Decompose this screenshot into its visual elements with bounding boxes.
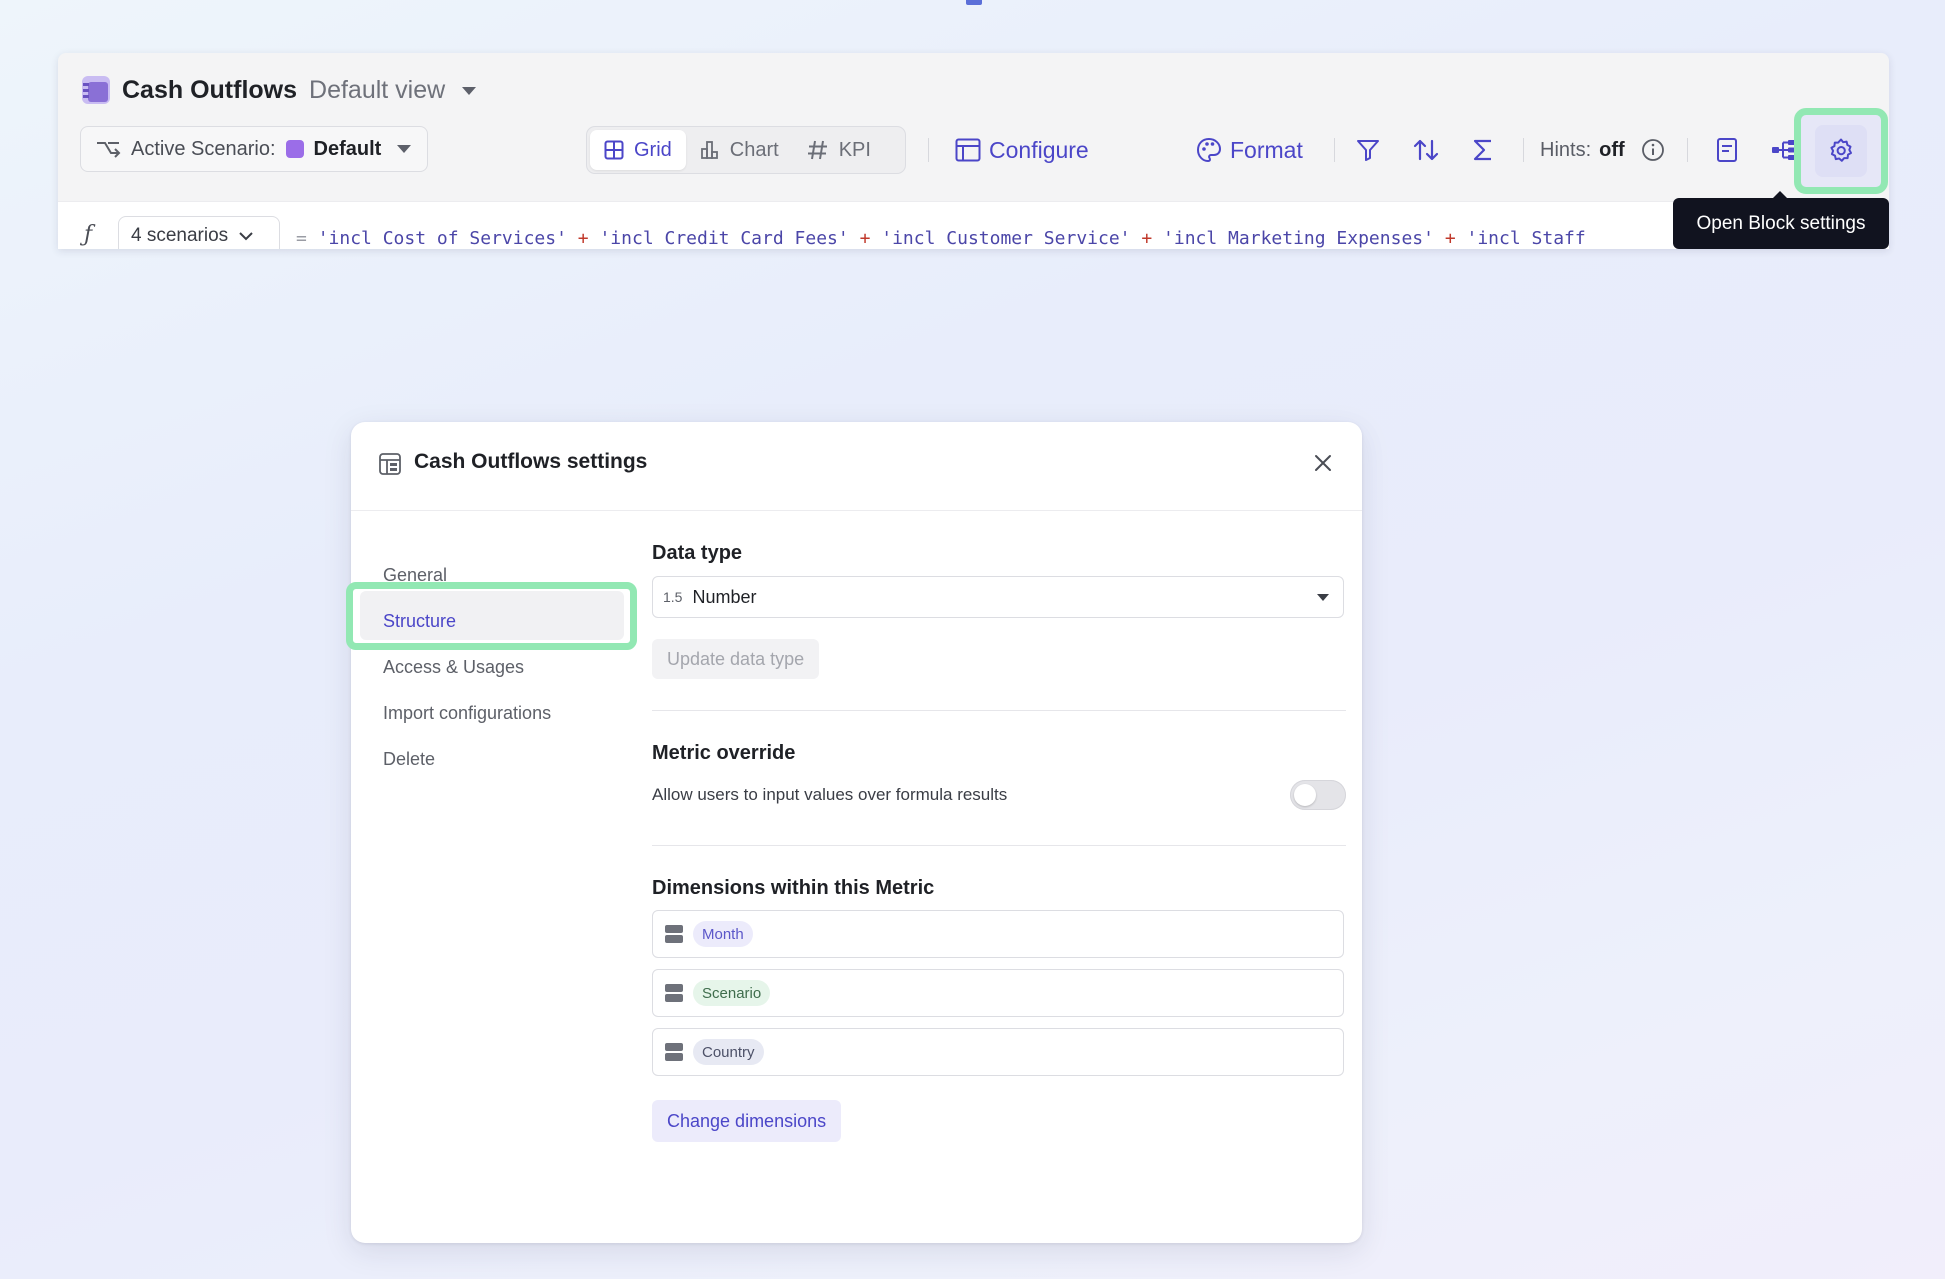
toolbar-divider xyxy=(1523,138,1524,162)
nav-item-access-usages[interactable]: Access & Usages xyxy=(383,644,623,690)
toolbar-divider xyxy=(1687,138,1688,162)
nav-item-delete[interactable]: Delete xyxy=(383,736,623,782)
hints-value: off xyxy=(1599,138,1625,161)
number-type-icon: 1.5 xyxy=(663,589,683,605)
function-icon: ƒ xyxy=(84,222,93,247)
toolbar-divider xyxy=(1334,138,1335,162)
change-dimensions-button[interactable]: Change dimensions xyxy=(652,1100,842,1142)
settings-modal: Cash Outflows settings General Structure… xyxy=(351,422,1362,1243)
format-button[interactable]: Format xyxy=(1196,126,1303,174)
dimension-icon xyxy=(665,1043,683,1061)
formula-term: 'incl Credit Card Fees' xyxy=(599,228,849,249)
chevron-down-icon xyxy=(1317,594,1329,601)
block-toolbar: Active Scenario: Default Grid Chart KPI … xyxy=(80,126,1879,174)
block-panel: Cash Outflows Default view Active Scenar… xyxy=(58,53,1889,249)
dimensions-heading: Dimensions within this Metric xyxy=(652,877,935,899)
formula-operator: + xyxy=(859,228,871,249)
formula-bar: ƒ 4 scenarios = 'incl Cost of Services' … xyxy=(58,201,1889,249)
active-scenario-button[interactable]: Active Scenario: Default xyxy=(80,126,428,172)
chevron-down-icon xyxy=(397,145,412,153)
sigma-icon xyxy=(1473,139,1491,161)
formula-operator: + xyxy=(1444,228,1456,249)
sort-icon xyxy=(1413,139,1439,161)
dimension-row[interactable]: Month xyxy=(652,910,1344,958)
formula-term: 'incl Marketing Expenses' xyxy=(1163,228,1434,249)
tab-chart-label: Chart xyxy=(729,138,779,161)
section-divider xyxy=(652,845,1346,846)
block-icon xyxy=(82,76,110,104)
dimension-chip-scenario: Scenario xyxy=(693,980,771,1006)
block-title: Cash Outflows xyxy=(122,75,298,104)
filter-icon xyxy=(1357,140,1379,161)
toolbar-divider xyxy=(928,138,929,162)
active-scenario-value: Default xyxy=(313,137,382,160)
modal-header: Cash Outflows settings xyxy=(351,422,1362,511)
formula-expression[interactable]: = 'incl Cost of Services' + 'incl Credit… xyxy=(296,228,1586,249)
scenarios-dropdown[interactable]: 4 scenarios xyxy=(118,216,280,249)
view-type-toggle: Grid Chart KPI xyxy=(586,126,906,174)
formula-term: 'incl Staff xyxy=(1466,228,1586,249)
block-settings-icon xyxy=(379,453,401,475)
data-type-select[interactable]: 1.5 Number xyxy=(652,576,1344,618)
document-icon xyxy=(1717,138,1737,162)
block-header: Cash Outflows Default view xyxy=(82,73,477,107)
metric-override-description: Allow users to input values over formula… xyxy=(652,785,1008,804)
top-indicator xyxy=(966,0,982,5)
dimension-icon xyxy=(665,984,683,1002)
close-icon xyxy=(1315,455,1331,471)
configure-button[interactable]: Configure xyxy=(955,126,1089,174)
close-button[interactable] xyxy=(1308,448,1338,478)
table-layout-icon xyxy=(955,138,981,162)
gear-icon xyxy=(1830,138,1852,162)
formula-term: 'incl Customer Service' xyxy=(881,228,1131,249)
dimension-row[interactable]: Country xyxy=(652,1028,1344,1076)
data-type-value: Number xyxy=(692,586,757,607)
section-divider xyxy=(652,710,1346,711)
sort-button[interactable] xyxy=(1406,130,1446,170)
formula-term: 'incl Cost of Services' xyxy=(317,228,567,249)
formula-equals: = xyxy=(296,228,307,249)
modal-title: Cash Outflows settings xyxy=(414,450,648,473)
bar-chart-icon xyxy=(700,141,718,159)
formula-operator: + xyxy=(577,228,589,249)
configure-label: Configure xyxy=(989,136,1089,163)
settings-tooltip: Open Block settings xyxy=(1673,191,1889,249)
summary-button[interactable] xyxy=(1463,130,1503,170)
palette-icon xyxy=(1196,137,1222,163)
tab-kpi[interactable]: KPI xyxy=(793,130,885,170)
hints-label: Hints: xyxy=(1540,138,1592,161)
scenario-color-swatch xyxy=(285,140,304,158)
data-type-heading: Data type xyxy=(652,542,743,564)
dimension-row[interactable]: Scenario xyxy=(652,969,1344,1017)
format-label: Format xyxy=(1230,136,1303,163)
tab-kpi-label: KPI xyxy=(838,138,871,161)
tab-grid[interactable]: Grid xyxy=(590,130,686,170)
info-icon xyxy=(1641,139,1664,161)
tab-chart[interactable]: Chart xyxy=(686,130,793,170)
formula-operator: + xyxy=(1141,228,1153,249)
view-selector[interactable]: Default view xyxy=(309,75,477,105)
filter-button[interactable] xyxy=(1348,130,1388,170)
scenarios-dropdown-label: 4 scenarios xyxy=(131,225,229,246)
dimension-icon xyxy=(665,925,683,943)
dimension-chip-country: Country xyxy=(693,1039,764,1065)
metric-override-heading: Metric override xyxy=(652,742,796,764)
view-selector-label: Default view xyxy=(309,75,446,104)
hash-icon xyxy=(807,140,827,160)
branch-icon xyxy=(97,142,121,158)
nav-item-import-configurations[interactable]: Import configurations xyxy=(383,690,623,736)
block-settings-button[interactable] xyxy=(1815,125,1867,177)
dimension-chip-month: Month xyxy=(693,921,753,947)
nav-item-structure[interactable]: Structure xyxy=(383,598,623,644)
hints-toggle[interactable]: Hints: off xyxy=(1540,126,1665,174)
chevron-down-icon xyxy=(239,232,253,241)
update-data-type-button[interactable]: Update data type xyxy=(652,639,820,679)
notes-button[interactable] xyxy=(1707,130,1747,170)
grid-icon xyxy=(604,140,624,160)
active-scenario-label: Active Scenario: xyxy=(131,137,276,160)
tab-grid-label: Grid xyxy=(634,138,672,161)
metric-override-toggle[interactable] xyxy=(1290,780,1346,810)
chevron-down-icon xyxy=(462,86,477,95)
